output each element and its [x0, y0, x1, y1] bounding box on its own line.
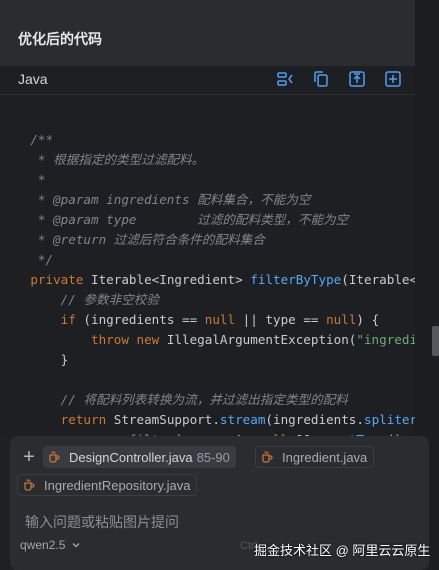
- code-line: return StreamSupport.stream(ingredients.…: [60, 412, 415, 427]
- code-line: if (ingredients == null || type == null)…: [60, 312, 380, 327]
- code-block-header: Java: [0, 66, 415, 95]
- copy-icon[interactable]: [312, 70, 330, 88]
- code-line: /**: [0, 132, 54, 147]
- insert-diff-icon[interactable]: [276, 70, 294, 88]
- section-title: 优化后的代码: [18, 31, 102, 47]
- new-file-icon[interactable]: [384, 70, 402, 88]
- code-line: * @param ingredients 配料集合，不能为空: [0, 192, 311, 207]
- code-line: *: [0, 172, 46, 187]
- chevron-down-icon: [71, 540, 81, 550]
- model-name: qwen2.5: [20, 538, 66, 552]
- context-chip-ingredient[interactable]: Ingredient.java: [255, 446, 375, 468]
- code-line: }: [0, 352, 69, 367]
- code-line: throw new IllegalArgumentException("ingr…: [91, 332, 415, 347]
- java-file-icon: [260, 450, 274, 464]
- code-line: * @param type 过滤的配料类型，不能为空: [0, 212, 349, 227]
- model-selector[interactable]: qwen2.5: [20, 538, 81, 552]
- code-line: // 将配料列表转换为流，并过滤出指定类型的配料: [0, 392, 348, 407]
- add-context-button[interactable]: +: [19, 447, 39, 467]
- code-block: Java /** * 根据指定的类型过滤配料。 * * @param ingre…: [0, 66, 415, 438]
- chip-label: Ingredient.java: [282, 449, 368, 465]
- watermark: 掘金技术社区 @ 阿里云云原生: [254, 543, 431, 558]
- code-line: * 根据指定的类型过滤配料。: [0, 152, 205, 167]
- insert-above-icon[interactable]: [348, 70, 366, 88]
- response-header: 优化后的代码: [0, 0, 415, 66]
- code-line: */: [0, 252, 54, 267]
- code-line: * @return 过滤后符合条件的配料集合: [0, 232, 265, 247]
- java-file-icon: [22, 478, 36, 492]
- context-chip-design-controller[interactable]: DesignController.java 85-90: [43, 446, 236, 468]
- scrollbar-thumb[interactable]: [432, 326, 439, 356]
- code-line: // 参数非空校验: [0, 292, 159, 307]
- context-chip-ingredient-repository[interactable]: IngredientRepository.java: [17, 474, 198, 496]
- chip-line-range: 85-90: [196, 449, 230, 465]
- question-input[interactable]: 输入问题或粘贴图片提问: [25, 512, 179, 532]
- code-content[interactable]: /** * 根据指定的类型过滤配料。 * * @param ingredient…: [0, 110, 415, 438]
- chip-label: DesignController.java: [69, 449, 193, 465]
- code-line: private Iterable<Ingredient> filterByTyp…: [30, 272, 415, 287]
- chip-label: IngredientRepository.java: [44, 477, 191, 493]
- code-language-label: Java: [18, 71, 48, 87]
- java-file-icon: [47, 450, 61, 464]
